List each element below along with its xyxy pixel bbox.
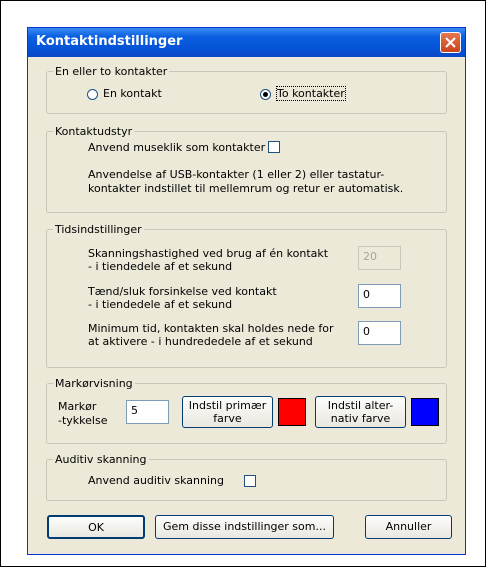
scan-speed-label-1: Skanningshastighed ved brug af én kontak… — [88, 247, 329, 260]
hold-time-label-2: at aktivere - i hundrededele af et sekun… — [88, 335, 313, 348]
set-alternative-color-label-2: nativ farve — [330, 412, 391, 425]
cursor-thickness-label-1: Markør — [58, 400, 97, 413]
alternative-color-swatch — [411, 398, 439, 426]
usb-info-line-2: kontakter indstillet til mellemrum og re… — [88, 182, 404, 195]
group-equipment-legend: Kontaktudstyr — [53, 125, 135, 138]
save-settings-as-button[interactable]: Gem disse indstillinger som... — [155, 515, 334, 539]
window-title: Kontaktindstillinger — [36, 34, 183, 49]
group-timing-legend: Tidsindstillinger — [53, 223, 144, 236]
usb-info-line-1: Anvendelse af USB-kontakter (1 eller 2) … — [88, 168, 385, 181]
delay-input[interactable]: 0 — [358, 284, 401, 308]
scan-speed-input[interactable]: 20 — [358, 246, 401, 270]
group-timing: Tidsindstillinger Skanningshastighed ved… — [46, 223, 447, 368]
title-bar[interactable]: Kontaktindstillinger — [28, 28, 465, 57]
radio-one-contact-label[interactable]: En kontakt — [103, 87, 162, 100]
auditory-scanning-label[interactable]: Anvend auditiv skanning — [88, 474, 224, 487]
group-contacts: En eller to kontakter En kontakt To kont… — [46, 65, 447, 114]
cancel-button[interactable]: Annuller — [365, 515, 452, 539]
set-primary-color-label-2: farve — [213, 412, 242, 425]
group-audio-legend: Auditiv skanning — [53, 453, 149, 466]
set-alternative-color-button[interactable]: Indstil alter- nativ farve — [315, 396, 406, 428]
scan-speed-label-2: - i tiendedele af et sekund — [88, 260, 233, 273]
group-audio: Auditiv skanning Anvend auditiv skanning — [46, 453, 447, 501]
group-contacts-legend: En eller to kontakter — [53, 65, 170, 78]
radio-two-contacts[interactable] — [260, 89, 271, 100]
settings-dialog: Kontaktindstillinger En eller to kontakt… — [27, 27, 466, 555]
group-cursor: Markørvisning Markør -tykkelse 5 Indstil… — [46, 377, 447, 444]
mouse-click-checkbox[interactable] — [268, 141, 280, 153]
radio-one-contact[interactable] — [87, 89, 98, 100]
close-button[interactable] — [440, 32, 461, 53]
primary-color-swatch — [278, 398, 306, 426]
group-equipment: Kontaktudstyr Anvend museklik som kontak… — [46, 125, 447, 213]
set-primary-color-label-1: Indstil primær — [188, 399, 267, 412]
group-cursor-legend: Markørvisning — [53, 377, 135, 390]
delay-label-2: - i tiendedele af et sekund — [88, 298, 233, 311]
delay-label-1: Tænd/sluk forsinkelse ved kontakt — [88, 285, 277, 298]
hold-time-input[interactable]: 0 — [358, 321, 401, 345]
hold-time-label-1: Minimum tid, kontakten skal holdes nede … — [88, 322, 334, 335]
auditory-scanning-checkbox[interactable] — [244, 475, 256, 487]
close-icon — [445, 37, 456, 48]
radio-two-contacts-label[interactable]: To kontakter — [276, 86, 346, 101]
set-alternative-color-label-1: Indstil alter- — [327, 399, 394, 412]
ok-button[interactable]: OK — [47, 515, 145, 539]
cursor-thickness-label-2: -tykkelse — [58, 414, 108, 427]
mouse-click-label[interactable]: Anvend museklik som kontakter — [88, 141, 265, 154]
set-primary-color-button[interactable]: Indstil primær farve — [182, 396, 273, 428]
cursor-thickness-input[interactable]: 5 — [126, 400, 169, 424]
